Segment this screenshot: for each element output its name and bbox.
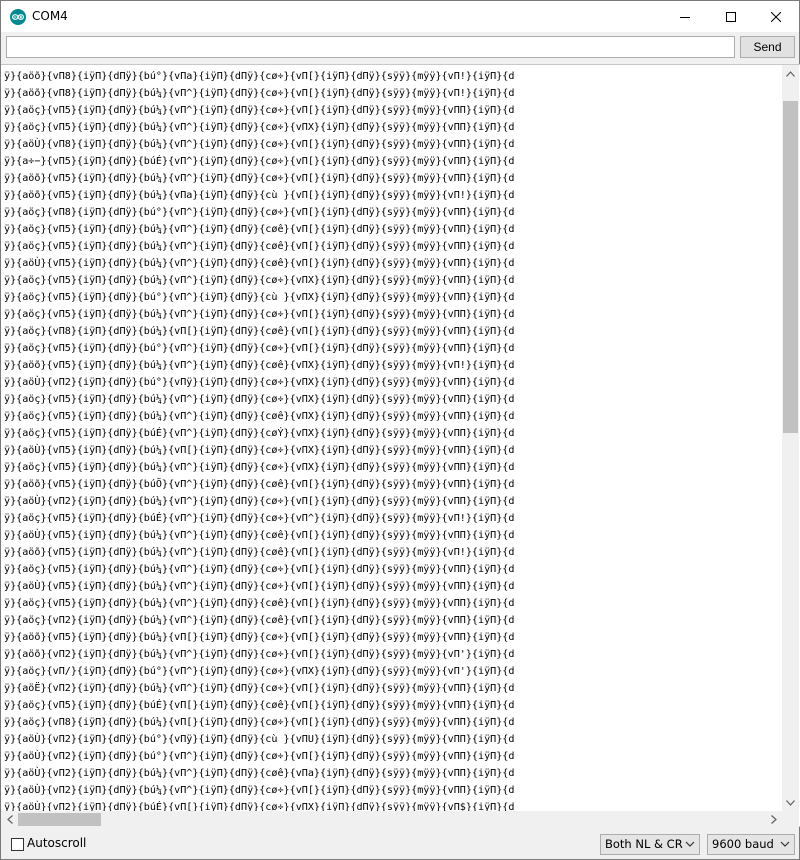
output-line: ÿ}{aöç}{vΠ5}{iÿΠ}{dΠÿ}{bú¼}{vΠ^}{iÿΠ}{dΠ…	[4, 105, 515, 116]
output-line: ÿ}{aöç}{vΠ5}{iÿΠ}{dΠÿ}{bú¼}{vΠ^}{iÿΠ}{dΠ…	[4, 394, 515, 405]
close-button[interactable]	[753, 1, 799, 32]
output-line: ÿ}{aöç}{vΠ5}{iÿΠ}{dΠÿ}{bú¼}{vΠ^}{iÿΠ}{dΠ…	[4, 411, 515, 422]
maximize-icon	[726, 11, 736, 22]
chevron-left-icon	[6, 815, 13, 824]
line-ending-value: Both NL & CR	[605, 837, 683, 851]
output-line: ÿ}{aöç}{vΠ5}{iÿΠ}{dΠÿ}{bú¼}{vΠ^}{iÿΠ}{dΠ…	[4, 241, 515, 252]
output-line: ÿ}{aöõ}{vΠ5}{iÿΠ}{dΠÿ}{búÕ}{vΠ^}{iÿΠ}{dΠ…	[4, 479, 515, 490]
output-line: ÿ}{aöõ}{vΠ5}{iÿΠ}{dΠÿ}{bú¼}{vΠ^}{iÿΠ}{dΠ…	[4, 547, 515, 558]
output-line: ÿ}{aöÙ}{vΠ2}{iÿΠ}{dΠÿ}{bú°}{vΠÿ}{iÿΠ}{dΠ…	[4, 734, 515, 745]
maximize-button[interactable]	[708, 1, 754, 32]
output-line: ÿ}{aöÙ}{vΠ2}{iÿΠ}{dΠÿ}{bú°}{vΠ^}{iÿΠ}{dΠ…	[4, 751, 515, 762]
output-line: ÿ}{aöç}{vΠ5}{iÿΠ}{dΠÿ}{bú¼}{vΠ^}{iÿΠ}{dΠ…	[4, 309, 515, 320]
output-line: ÿ}{aöç}{vΠ/}{iÿΠ}{dΠÿ}{bú°}{vΠ^}{iÿΠ}{dΠ…	[4, 666, 515, 677]
autoscroll-checkbox[interactable]	[11, 838, 24, 851]
serial-output-area[interactable]: ÿ}{aöõ}{vΠ8}{iÿΠ}{dΠÿ}{bú°}{vΠa}{iÿΠ}{dΠ…	[1, 64, 800, 828]
serial-monitor-window: COM4 Send ÿ}{aöõ}{vΠ8}{iÿΠ}{dΠÿ}{bú°}{vΠ…	[0, 0, 800, 860]
chevron-right-icon	[770, 815, 777, 824]
output-line: ÿ}{aöÙ}{vΠ5}{iÿΠ}{dΠÿ}{bú¼}{vΠ^}{iÿΠ}{dΠ…	[4, 530, 515, 541]
output-line: ÿ}{aöÙ}{vΠ2}{iÿΠ}{dΠÿ}{bú¼}{vΠ^}{iÿΠ}{dΠ…	[4, 785, 515, 796]
serial-output-text: ÿ}{aöõ}{vΠ8}{iÿΠ}{dΠÿ}{bú°}{vΠa}{iÿΠ}{dΠ…	[4, 68, 780, 814]
chevron-down-icon	[685, 841, 695, 847]
baud-rate-select[interactable]: 9600 baud	[707, 834, 795, 855]
output-line: ÿ}{aöç}{vΠ5}{iÿΠ}{dΠÿ}{bú°}{vΠ^}{iÿΠ}{dΠ…	[4, 343, 515, 354]
scroll-up-arrow[interactable]	[782, 65, 799, 82]
vertical-scrollbar[interactable]	[782, 65, 799, 811]
output-line: ÿ}{aöÙ}{vΠ5}{iÿΠ}{dΠÿ}{bú¼}{vΠ^}{iÿΠ}{dΠ…	[4, 581, 515, 592]
scroll-down-arrow[interactable]	[782, 794, 799, 811]
minimize-icon	[680, 16, 690, 18]
output-line: ÿ}{aöõ}{vΠ8}{iÿΠ}{dΠÿ}{bú°}{vΠa}{iÿΠ}{dΠ…	[4, 71, 515, 82]
output-line: ÿ}{aöÙ}{vΠ8}{iÿΠ}{dΠÿ}{bú¼}{vΠ^}{iÿΠ}{dΠ…	[4, 139, 515, 150]
chevron-down-icon	[786, 799, 795, 806]
output-line: ÿ}{aöõ}{vΠ5}{iÿΠ}{dΠÿ}{bú¼}{vΠ^}{iÿΠ}{dΠ…	[4, 173, 515, 184]
output-line: ÿ}{aöõ}{vΠ5}{iÿΠ}{dΠÿ}{bú¼}{vΠ[}{iÿΠ}{dΠ…	[4, 632, 515, 643]
output-line: ÿ}{aöç}{vΠ5}{iÿΠ}{dΠÿ}{bú¼}{vΠ^}{iÿΠ}{dΠ…	[4, 598, 515, 609]
window-title: COM4	[32, 9, 68, 23]
output-line: ÿ}{aöç}{vΠ5}{iÿΠ}{dΠÿ}{búÉ}{vΠ^}{iÿΠ}{dΠ…	[4, 428, 515, 439]
baud-rate-value: 9600 baud	[712, 837, 774, 851]
output-line: ÿ}{aöç}{vΠ5}{iÿΠ}{dΠÿ}{búÉ}{vΠ^}{iÿΠ}{dΠ…	[4, 513, 515, 524]
output-line: ÿ}{aöç}{vΠ5}{iÿΠ}{dΠÿ}{bú¼}{vΠ^}{iÿΠ}{dΠ…	[4, 462, 515, 473]
horizontal-scrollbar[interactable]	[1, 811, 782, 828]
output-line: ÿ}{aöç}{vΠ8}{iÿΠ}{dΠÿ}{bú¼}{vΠ[}{iÿΠ}{dΠ…	[4, 717, 515, 728]
output-line: ÿ}{aöç}{vΠ5}{iÿΠ}{dΠÿ}{búÉ}{vΠ[}{iÿΠ}{dΠ…	[4, 700, 515, 711]
send-input[interactable]	[6, 36, 735, 58]
output-line: ÿ}{aöõ}{vΠ2}{iÿΠ}{dΠÿ}{bú¼}{vΠ^}{iÿΠ}{dΠ…	[4, 649, 515, 660]
output-line: ÿ}{aöç}{vΠ8}{iÿΠ}{dΠÿ}{bú°}{vΠ^}{iÿΠ}{dΠ…	[4, 207, 515, 218]
minimize-button[interactable]	[662, 1, 708, 32]
output-line: ÿ}{aöÙ}{vΠ2}{iÿΠ}{dΠÿ}{bú°}{vΠÿ}{iÿΠ}{dΠ…	[4, 377, 515, 388]
line-ending-select[interactable]: Both NL & CR	[600, 834, 700, 855]
output-line: ÿ}{aöõ}{vΠ8}{iÿΠ}{dΠÿ}{bú¼}{vΠ^}{iÿΠ}{dΠ…	[4, 88, 515, 99]
output-line: ÿ}{aöÙ}{vΠ5}{iÿΠ}{dΠÿ}{bú¼}{vΠ^}{iÿΠ}{dΠ…	[4, 258, 515, 269]
scroll-right-arrow[interactable]	[765, 811, 782, 828]
output-line: ÿ}{aöç}{vΠ2}{iÿΠ}{dΠÿ}{bú¼}{vΠ^}{iÿΠ}{dΠ…	[4, 615, 515, 626]
output-line: ÿ}{aöõ}{vΠ5}{iÿΠ}{dΠÿ}{bú¼}{vΠa}{iÿΠ}{dΠ…	[4, 190, 515, 201]
output-line: ÿ}{aöç}{vΠ5}{iÿΠ}{dΠÿ}{bú°}{vΠ^}{iÿΠ}{dΠ…	[4, 292, 515, 303]
close-icon	[771, 11, 781, 22]
output-line: ÿ}{aöõ}{vΠ5}{iÿΠ}{dΠÿ}{bú¼}{vΠ^}{iÿΠ}{dΠ…	[4, 360, 515, 371]
autoscroll-label[interactable]: Autoscroll	[27, 836, 86, 850]
output-line: ÿ}{aöç}{vΠ5}{iÿΠ}{dΠÿ}{bú¼}{vΠ^}{iÿΠ}{dΠ…	[4, 122, 515, 133]
scroll-left-arrow[interactable]	[1, 811, 18, 828]
vertical-scroll-thumb[interactable]	[783, 101, 798, 433]
output-line: ÿ}{aöç}{vΠ5}{iÿΠ}{dΠÿ}{bú¼}{vΠ^}{iÿΠ}{dΠ…	[4, 275, 515, 286]
output-line: ÿ}{aöç}{vΠ8}{iÿΠ}{dΠÿ}{bú¼}{vΠ[}{iÿΠ}{dΠ…	[4, 326, 515, 337]
output-line: ÿ}{a÷−}{vΠ5}{iÿΠ}{dΠÿ}{búÉ}{vΠ^}{iÿΠ}{dΠ…	[4, 156, 515, 167]
chevron-down-icon	[780, 841, 790, 847]
scrollbar-corner	[782, 811, 799, 828]
output-line: ÿ}{aöË}{vΠ2}{iÿΠ}{dΠÿ}{bú¼}{vΠ^}{iÿΠ}{dΠ…	[4, 683, 515, 694]
output-line: ÿ}{aöç}{vΠ5}{iÿΠ}{dΠÿ}{bú¼}{vΠ^}{iÿΠ}{dΠ…	[4, 564, 515, 575]
chevron-up-icon	[786, 70, 795, 77]
horizontal-scroll-thumb[interactable]	[18, 813, 101, 826]
send-button[interactable]: Send	[740, 36, 795, 58]
output-line: ÿ}{aöç}{vΠ5}{iÿΠ}{dΠÿ}{bú¼}{vΠ^}{iÿΠ}{dΠ…	[4, 224, 515, 235]
arduino-logo-icon	[10, 9, 26, 25]
title-bar: COM4	[1, 1, 799, 32]
output-line: ÿ}{aöÙ}{vΠ2}{iÿΠ}{dΠÿ}{bú¼}{vΠ^}{iÿΠ}{dΠ…	[4, 768, 515, 779]
output-line: ÿ}{aöÙ}{vΠ2}{iÿΠ}{dΠÿ}{bú¼}{vΠ^}{iÿΠ}{dΠ…	[4, 496, 515, 507]
output-line: ÿ}{aöÙ}{vΠ5}{iÿΠ}{dΠÿ}{bú¼}{vΠ[}{iÿΠ}{dΠ…	[4, 445, 515, 456]
